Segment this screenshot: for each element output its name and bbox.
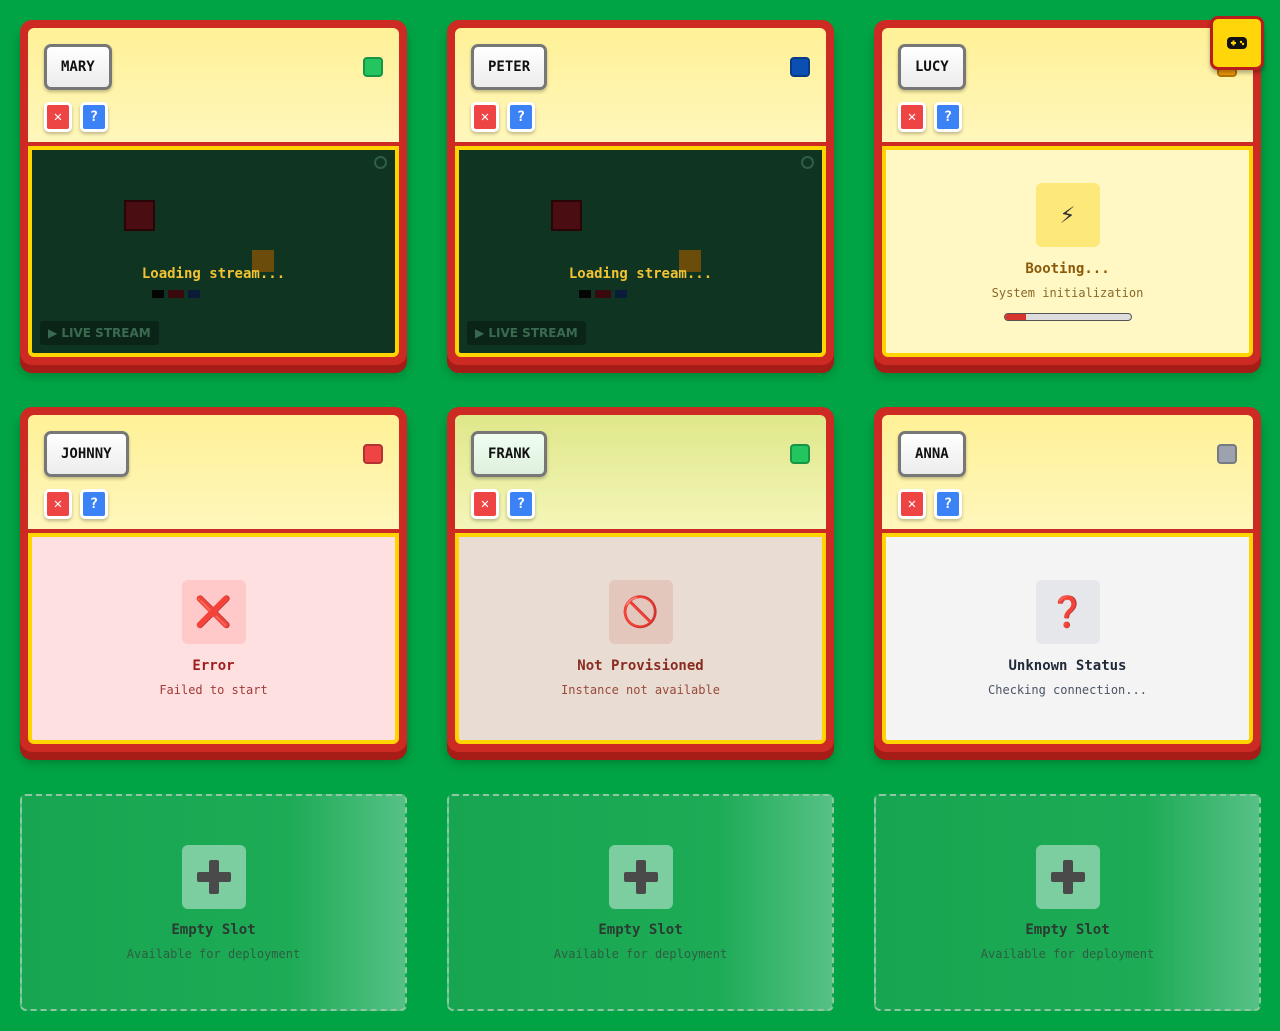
empty-slot[interactable]: Empty Slot Available for deployment (447, 794, 834, 1011)
instance-name: ANNA (898, 431, 966, 477)
instance-card-frank[interactable]: FRANK ✕ ? 🚫 Not Provisioned Instance not… (447, 407, 834, 752)
instance-card-mary[interactable]: MARY ✕ ? Loading stream... ▶ LIVE STREAM (20, 20, 407, 365)
status-indicator (1217, 444, 1237, 464)
lightning-icon: ⚡ (1035, 182, 1100, 247)
status-indicator (790, 444, 810, 464)
error-x-icon: ❌ (181, 580, 246, 644)
help-button[interactable]: ? (80, 489, 108, 519)
instance-name: MARY (44, 44, 112, 90)
plus-icon (608, 844, 673, 909)
live-stream-badge: ▶ LIVE STREAM (467, 321, 586, 345)
instance-name: FRANK (471, 431, 548, 477)
status-subtitle: Checking connection... (988, 683, 1147, 697)
status-title: Error (192, 658, 235, 674)
loading-text: Loading stream... (568, 266, 713, 282)
card-header: FRANK ✕ ? (455, 415, 826, 533)
live-stream-badge: ▶ LIVE STREAM (40, 321, 159, 345)
instance-card-johnny[interactable]: JOHNNY ✕ ? ❌ Error Failed to start (20, 407, 407, 752)
help-button[interactable]: ? (934, 102, 962, 132)
spinner-icon (801, 156, 814, 169)
empty-slot-title: Empty Slot (1025, 921, 1110, 938)
card-header: JOHNNY ✕ ? (28, 415, 399, 533)
gamepad-button[interactable] (1210, 16, 1264, 70)
status-panel-not-provisioned: 🚫 Not Provisioned Instance not available (455, 533, 826, 744)
close-button[interactable]: ✕ (44, 102, 72, 132)
status-indicator (363, 444, 383, 464)
instance-card-anna[interactable]: ANNA ✕ ? ❓ Unknown Status Checking conne… (874, 407, 1261, 752)
plus-icon (1035, 844, 1100, 909)
status-title: Not Provisioned (577, 658, 704, 674)
help-button[interactable]: ? (507, 102, 535, 132)
status-subtitle: Instance not available (561, 683, 720, 697)
empty-slot-subtitle: Available for deployment (126, 946, 301, 961)
card-header: MARY ✕ ? (28, 28, 399, 146)
status-subtitle: Failed to start (159, 683, 268, 697)
close-button[interactable]: ✕ (471, 102, 499, 132)
prohibited-icon: 🚫 (608, 580, 673, 644)
close-button[interactable]: ✕ (898, 102, 926, 132)
empty-slot-subtitle: Available for deployment (553, 946, 728, 961)
help-button[interactable]: ? (80, 102, 108, 132)
empty-slot[interactable]: Empty Slot Available for deployment (874, 794, 1261, 1011)
spinner-icon (374, 156, 387, 169)
help-button[interactable]: ? (507, 489, 535, 519)
empty-slot-title: Empty Slot (598, 921, 683, 938)
plus-icon (181, 844, 246, 909)
status-panel-error: ❌ Error Failed to start (28, 533, 399, 744)
question-icon: ❓ (1035, 580, 1100, 644)
close-button[interactable]: ✕ (471, 489, 499, 519)
status-panel-booting: ⚡ Booting... System initialization (882, 146, 1253, 357)
empty-slot-subtitle: Available for deployment (980, 946, 1155, 961)
card-header: PETER ✕ ? (455, 28, 826, 146)
instance-name: PETER (471, 44, 548, 90)
close-button[interactable]: ✕ (898, 489, 926, 519)
help-button[interactable]: ? (934, 489, 962, 519)
instance-name: JOHNNY (44, 431, 129, 477)
instance-card-lucy[interactable]: LUCY ✕ ? ⚡ Booting... System initializat… (874, 20, 1261, 365)
status-indicator (790, 57, 810, 77)
gamepad-icon (1227, 37, 1247, 49)
instance-name: LUCY (898, 44, 966, 90)
close-button[interactable]: ✕ (44, 489, 72, 519)
boot-progress-bar (1003, 312, 1132, 321)
instance-card-peter[interactable]: PETER ✕ ? Loading stream... ▶ LIVE STREA… (447, 20, 834, 365)
loading-text: Loading stream... (141, 266, 286, 282)
instance-grid: MARY ✕ ? Loading stream... ▶ LIVE STREAM… (20, 20, 1261, 1011)
empty-slot-title: Empty Slot (171, 921, 256, 938)
live-stream-view[interactable]: Loading stream... ▶ LIVE STREAM (28, 146, 399, 357)
status-panel-unknown: ❓ Unknown Status Checking connection... (882, 533, 1253, 744)
status-title: Booting... (1025, 260, 1110, 277)
status-subtitle: System initialization (991, 285, 1144, 300)
empty-slot[interactable]: Empty Slot Available for deployment (20, 794, 407, 1011)
status-title: Unknown Status (1008, 658, 1127, 674)
live-stream-view[interactable]: Loading stream... ▶ LIVE STREAM (455, 146, 826, 357)
status-indicator (363, 57, 383, 77)
card-header: ANNA ✕ ? (882, 415, 1253, 533)
card-header: LUCY ✕ ? (882, 28, 1253, 146)
